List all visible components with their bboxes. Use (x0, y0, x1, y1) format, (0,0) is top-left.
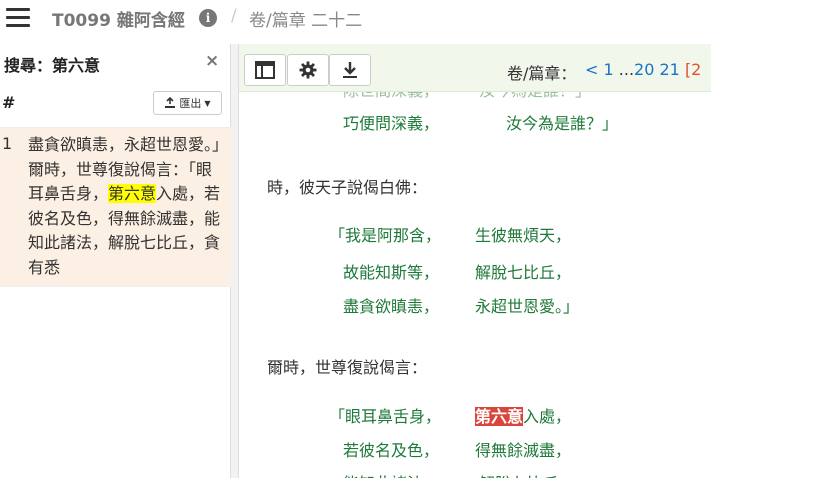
export-icon (165, 97, 176, 108)
result-highlight: 第六意 (108, 184, 157, 203)
download-button[interactable] (329, 54, 371, 86)
reading-toolbar: 卷/篇章： < 1 ...20 21 [2 (239, 44, 711, 92)
hamburger-icon[interactable] (6, 8, 30, 28)
sutra-text: 除世間深義， 汝今為是誰？」 巧便問深義， 汝今為是誰？」 時，彼天子說偈白佛：… (239, 92, 711, 478)
blank-margin (711, 0, 829, 478)
juan-current: [2 (684, 60, 702, 79)
juan-nav-label: 卷/篇章： (507, 64, 577, 83)
verse-line: 「眼耳鼻舌身， (329, 407, 442, 426)
layout-toggle-button[interactable] (244, 54, 286, 86)
settings-button[interactable] (287, 54, 329, 86)
verse-rest: 入處， (523, 407, 572, 426)
verse-line: 汝今為是誰？」 (506, 114, 619, 133)
verse-line: 故能知斯等， (343, 263, 440, 282)
text-highlight: 第六意 (475, 407, 524, 426)
verse-line: 盡貪欲瞋恚， (343, 297, 440, 316)
export-button[interactable]: 匯出 ▼ (153, 91, 222, 115)
chevron-down-icon: ▼ (204, 98, 211, 108)
verse-line: 解脫七比丘， (475, 263, 572, 282)
breadcrumb-value: 二十二 (311, 11, 363, 31)
juan-pagination: < 1 ...20 21 [2 (585, 60, 701, 79)
juan-ellipsis: ... (618, 60, 635, 79)
verse-line-highlighted: 第六意入處， (475, 403, 571, 427)
result-text: 盡貪欲瞋恚，永超世恩愛。」爾時，世尊復說偈言：「眼耳鼻舌身，第六意入處，若彼名及… (28, 133, 226, 280)
close-icon[interactable]: × (205, 51, 219, 71)
result-number-header: # (2, 93, 16, 112)
breadcrumb-separator: / (231, 6, 237, 26)
search-result-item[interactable]: 1 盡貪欲瞋恚，永超世恩愛。」爾時，世尊復說偈言：「眼耳鼻舌身，第六意入處，若彼… (0, 127, 231, 287)
verse-line: 若彼名及色， (343, 441, 440, 460)
prose-line: 爾時，世尊復說偈言： (267, 358, 428, 377)
breadcrumb-juan[interactable]: 卷/篇章 二十二 (249, 6, 362, 31)
info-icon[interactable]: i (199, 9, 217, 27)
top-bar: T0099 雜阿含經 i / 卷/篇章 二十二 (0, 0, 711, 38)
layout-panel-icon (255, 61, 275, 79)
verse-line: 巧便問深義， (343, 114, 440, 133)
juan-prev-link[interactable]: < 1 (585, 60, 614, 79)
result-number: 1 (2, 134, 13, 153)
verse-line: 得無餘滅盡， (475, 441, 572, 460)
gear-icon (299, 61, 317, 79)
download-icon (343, 62, 357, 78)
verse-line: 「我是阿那含， (329, 226, 442, 245)
breadcrumb-label: 卷/篇章 (249, 11, 306, 31)
juan-link-20[interactable]: 20 (634, 60, 654, 79)
search-panel-title: 搜尋：第六意 (4, 56, 101, 75)
sutra-title: T0099 雜阿含經 (52, 6, 185, 31)
sutra-name: 雜阿含經 (116, 11, 185, 31)
verse-line: 生彼無煩天， (475, 226, 572, 245)
juan-link-21[interactable]: 21 (659, 60, 679, 79)
panel-splitter[interactable] (231, 44, 239, 478)
reading-pane: 卷/篇章： < 1 ...20 21 [2 除世間深義， 汝今為是誰？」 巧便問… (239, 44, 711, 478)
verse-line: 永超世恩愛。」 (475, 297, 580, 316)
verse-line-partial-bottom: 能知此諸法， 解脫七比丘， (343, 470, 575, 478)
sutra-id: T0099 (52, 11, 111, 31)
search-panel: 搜尋：第六意 × # 匯出 ▼ 1 盡貪欲瞋恚，永超世恩愛。」爾時，世尊復說偈言… (0, 44, 231, 478)
verse-line-partial-top: 除世間深義， 汝今為是誰？」 (343, 92, 591, 101)
prose-line: 時，彼天子說偈白佛： (267, 178, 428, 197)
export-label: 匯出 (179, 97, 202, 110)
